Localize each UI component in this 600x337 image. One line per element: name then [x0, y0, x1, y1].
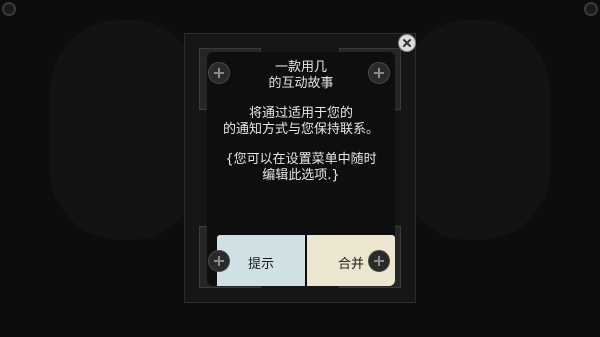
dialog-message: 一款用几 的互动故事 将通过适用于您的 的通知方式与您保持联系。 {您可以在设置… — [207, 60, 395, 198]
close-button[interactable] — [398, 34, 416, 52]
message-line-3: 将通过适用于您的 — [248, 106, 353, 121]
screw-icon — [368, 250, 390, 272]
message-line-5: {您可以在设置菜单中随时 — [225, 152, 377, 167]
screw-icon — [208, 62, 230, 84]
background-right-ornament — [400, 20, 550, 240]
message-line-2: 的互动故事 — [268, 76, 334, 91]
hint-button[interactable]: 提示 — [217, 235, 305, 286]
screw-icon — [208, 250, 230, 272]
message-line-4: 的通知方式与您保持联系。 — [222, 122, 379, 137]
background-left-ornament — [50, 20, 200, 240]
message-line-6: 编辑此选项.} — [262, 168, 340, 183]
dialog-screen: 一款用几 的互动故事 将通过适用于您的 的通知方式与您保持联系。 {您可以在设置… — [207, 52, 395, 286]
corner-gear-left-icon — [2, 2, 16, 16]
corner-gear-right-icon — [584, 2, 598, 16]
close-icon — [403, 39, 411, 47]
message-line-1: 一款用几 — [274, 60, 327, 75]
screw-icon — [368, 62, 390, 84]
